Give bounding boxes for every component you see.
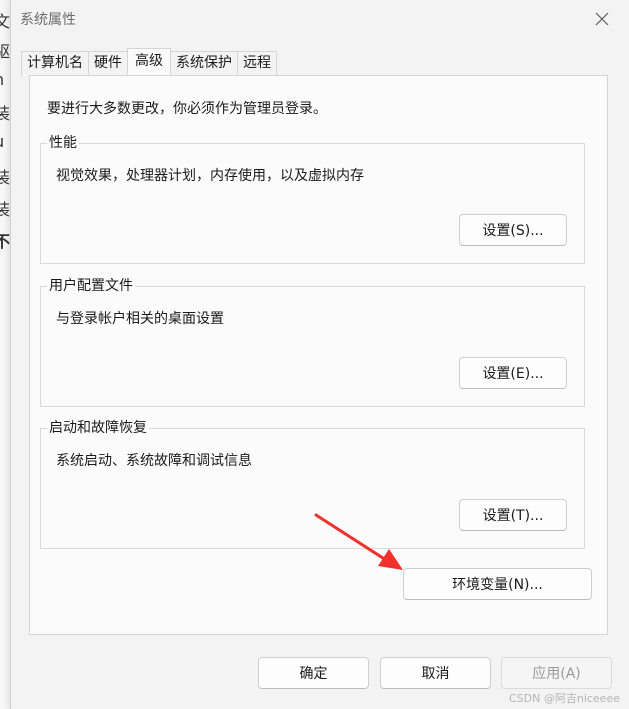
startup-recovery-description: 系统启动、系统故障和调试信息 — [56, 453, 252, 469]
tab-strip: 计算机名 硬件 高级 系统保护 远程 — [21, 48, 277, 76]
background-text: 装 — [0, 104, 11, 123]
background-text: u — [0, 132, 4, 151]
watermark: CSDN @阿吉niceeee — [508, 692, 620, 705]
user-profiles-title: 用户配置文件 — [47, 278, 135, 294]
environment-variables-button[interactable]: 环境变量(N)... — [403, 568, 592, 600]
window-title: 系统属性 — [20, 12, 76, 28]
cancel-button[interactable]: 取消 — [380, 657, 491, 689]
system-properties-dialog: 系统属性 计算机名 硬件 高级 系统保护 远程 要进行大多数更改，你必须作为管理… — [10, 0, 629, 709]
tab-computer-name[interactable]: 计算机名 — [21, 51, 89, 76]
admin-note: 要进行大多数更改，你必须作为管理员登录。 — [47, 101, 327, 117]
advanced-tab-panel: 要进行大多数更改，你必须作为管理员登录。 性能 视觉效果，处理器计划，内存使用，… — [29, 75, 608, 635]
close-icon — [595, 12, 609, 26]
close-button[interactable] — [588, 6, 616, 32]
ok-button[interactable]: 确定 — [258, 657, 369, 689]
performance-group: 性能 视觉效果，处理器计划，内存使用，以及虚拟内存 设置(S)... — [40, 135, 585, 264]
user-profiles-settings-button[interactable]: 设置(E)... — [459, 357, 567, 389]
startup-recovery-title: 启动和故障恢复 — [47, 420, 149, 436]
tab-remote[interactable]: 远程 — [237, 51, 277, 76]
background-text: h — [0, 70, 4, 89]
performance-settings-button[interactable]: 设置(S)... — [459, 214, 567, 246]
user-profiles-description: 与登录帐户相关的桌面设置 — [56, 311, 224, 327]
background-text: 文 — [0, 12, 11, 31]
background-text: 装 — [0, 168, 11, 187]
startup-recovery-group: 启动和故障恢复 系统启动、系统故障和调试信息 设置(T)... — [40, 420, 585, 549]
tab-system-protection[interactable]: 系统保护 — [170, 51, 238, 76]
user-profiles-group: 用户配置文件 与登录帐户相关的桌面设置 设置(E)... — [40, 278, 585, 407]
apply-button[interactable]: 应用(A) — [501, 657, 612, 689]
tab-advanced[interactable]: 高级 — [127, 48, 171, 75]
background-text: 装 — [0, 200, 11, 219]
title-bar[interactable]: 系统属性 — [11, 0, 629, 38]
performance-title: 性能 — [47, 135, 79, 151]
background-text: 不 — [0, 232, 11, 251]
tab-hardware[interactable]: 硬件 — [88, 51, 128, 76]
startup-recovery-settings-button[interactable]: 设置(T)... — [459, 499, 567, 531]
performance-description: 视觉效果，处理器计划，内存使用，以及虚拟内存 — [56, 168, 364, 184]
background-text: 驱 — [0, 42, 11, 61]
